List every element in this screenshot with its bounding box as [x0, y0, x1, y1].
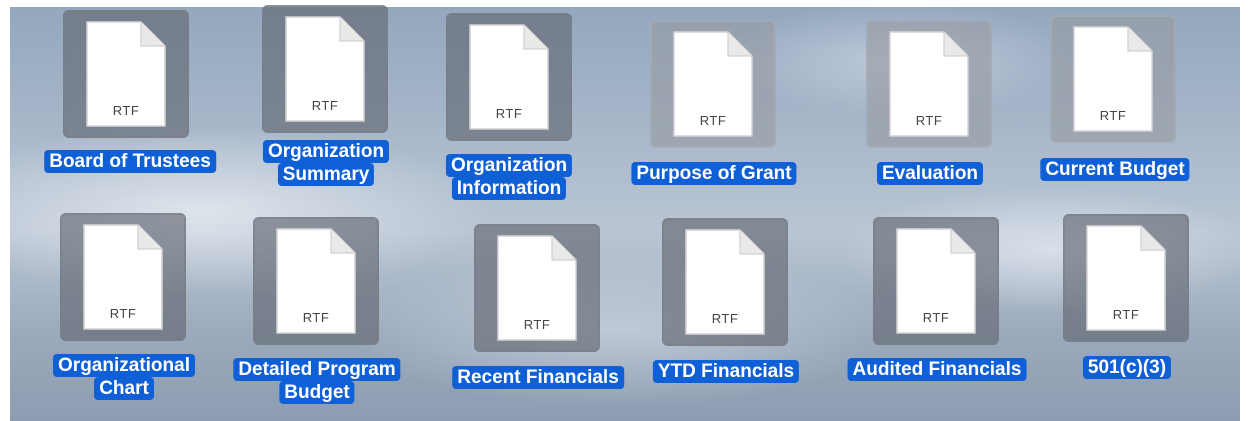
file-name-line: Summary — [277, 163, 375, 186]
file-extension-label: RTF — [711, 311, 739, 326]
rtf-document-icon: RTF — [468, 23, 550, 131]
file-icon-tile[interactable]: RTF — [60, 213, 186, 341]
rtf-document-icon: RTF — [284, 15, 366, 123]
rtf-document-icon: RTF — [275, 227, 357, 335]
file-name-label[interactable]: 501(c)(3) — [1082, 356, 1172, 379]
file-extension-label: RTF — [699, 113, 727, 128]
file-name-label[interactable]: Organizational Chart — [53, 354, 195, 400]
file-name-label[interactable]: Recent Financials — [452, 366, 624, 389]
rtf-document-icon: RTF — [82, 223, 164, 331]
file-name-label[interactable]: Current Budget — [1040, 158, 1190, 181]
file-extension-label: RTF — [922, 310, 950, 325]
file-extension-label: RTF — [495, 106, 523, 121]
file-name-line: 501(c)(3) — [1082, 356, 1172, 379]
file-name-line: Audited Financials — [847, 358, 1027, 381]
file-name-line: Chart — [94, 377, 154, 400]
file-extension-label: RTF — [1112, 307, 1140, 322]
rtf-document-icon: RTF — [1085, 224, 1167, 332]
desktop[interactable]: RTF Board of Trustees RTF Organization Summ… — [0, 0, 1252, 421]
file-icon-tile[interactable]: RTF — [474, 224, 600, 352]
rtf-document-icon: RTF — [496, 234, 578, 342]
file-name-line: Current Budget — [1040, 158, 1190, 181]
file-name-label[interactable]: Board of Trustees — [44, 150, 216, 173]
file-name-line: YTD Financials — [652, 360, 800, 383]
file-name-label[interactable]: Organization Information — [445, 154, 573, 200]
file-name-line: Recent Financials — [452, 366, 624, 389]
file-name-line: Budget — [279, 381, 355, 404]
rtf-document-icon: RTF — [684, 228, 766, 336]
file-name-line: Organization — [262, 140, 390, 163]
rtf-document-icon: RTF — [672, 30, 754, 138]
file-icon-tile[interactable]: RTF — [650, 20, 776, 148]
rtf-document-icon: RTF — [1072, 25, 1154, 133]
file-extension-label: RTF — [1099, 108, 1127, 123]
file-name-label[interactable]: Evaluation — [876, 162, 984, 185]
screen-border-top — [0, 0, 1252, 7]
file-name-label[interactable]: Detailed Program Budget — [233, 358, 401, 404]
file-extension-label: RTF — [523, 317, 551, 332]
file-name-label[interactable]: Organization Summary — [262, 140, 390, 186]
file-icon-tile[interactable]: RTF — [1050, 15, 1176, 143]
file-extension-label: RTF — [109, 306, 137, 321]
file-name-line: Information — [451, 177, 567, 200]
screen-border-right — [1240, 0, 1252, 421]
file-name-line: Purpose of Grant — [631, 162, 797, 185]
screen-border-left — [0, 0, 10, 421]
rtf-document-icon: RTF — [895, 227, 977, 335]
file-icon-tile[interactable]: RTF — [662, 218, 788, 346]
file-icon-tile[interactable]: RTF — [63, 10, 189, 138]
file-name-line: Detailed Program — [233, 358, 401, 381]
file-name-label[interactable]: YTD Financials — [652, 360, 800, 383]
file-extension-label: RTF — [915, 113, 943, 128]
file-icon-tile[interactable]: RTF — [446, 13, 572, 141]
file-name-line: Organizational — [53, 354, 195, 377]
file-extension-label: RTF — [311, 98, 339, 113]
file-extension-label: RTF — [302, 310, 330, 325]
file-icon-tile[interactable]: RTF — [866, 20, 992, 148]
file-icon-tile[interactable]: RTF — [262, 5, 388, 133]
file-icon-tile[interactable]: RTF — [1063, 214, 1189, 342]
file-name-label[interactable]: Audited Financials — [847, 358, 1027, 381]
file-name-line: Evaluation — [876, 162, 984, 185]
file-extension-label: RTF — [112, 103, 140, 118]
file-icon-tile[interactable]: RTF — [873, 217, 999, 345]
rtf-document-icon: RTF — [888, 30, 970, 138]
file-name-line: Board of Trustees — [44, 150, 216, 173]
rtf-document-icon: RTF — [85, 20, 167, 128]
file-name-line: Organization — [445, 154, 573, 177]
file-name-label[interactable]: Purpose of Grant — [631, 162, 797, 185]
file-icon-tile[interactable]: RTF — [253, 217, 379, 345]
